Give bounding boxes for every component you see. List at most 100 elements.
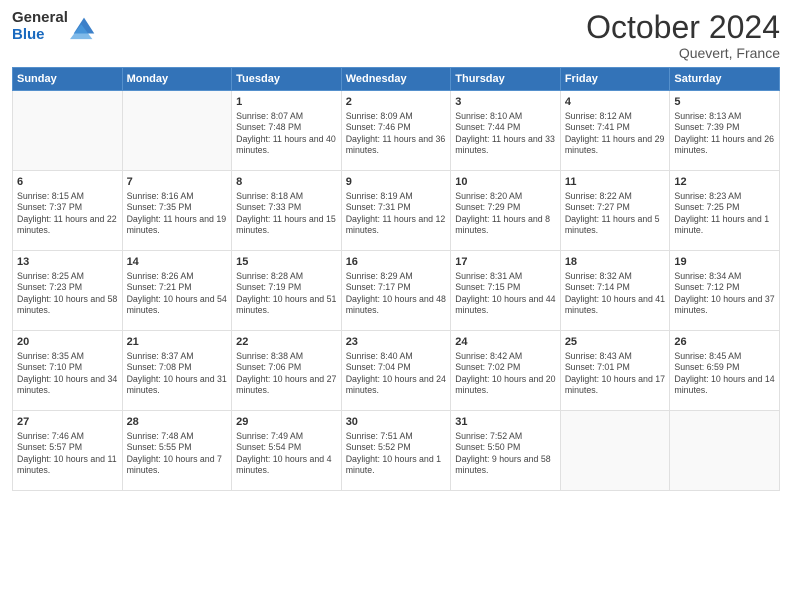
- calendar-cell: 6Sunrise: 8:15 AM Sunset: 7:37 PM Daylig…: [13, 171, 123, 251]
- day-number: 2: [346, 95, 447, 110]
- calendar-cell: 17Sunrise: 8:31 AM Sunset: 7:15 PM Dayli…: [451, 251, 561, 331]
- calendar-cell: 20Sunrise: 8:35 AM Sunset: 7:10 PM Dayli…: [13, 331, 123, 411]
- day-number: 8: [236, 175, 337, 190]
- day-number: 29: [236, 415, 337, 430]
- day-info: Sunrise: 7:46 AM Sunset: 5:57 PM Dayligh…: [17, 431, 118, 477]
- day-number: 9: [346, 175, 447, 190]
- title-area: October 2024 Quevert, France: [586, 10, 780, 61]
- logo-general: General: [12, 10, 68, 27]
- day-number: 20: [17, 335, 118, 350]
- day-info: Sunrise: 8:28 AM Sunset: 7:19 PM Dayligh…: [236, 271, 337, 317]
- day-info: Sunrise: 8:31 AM Sunset: 7:15 PM Dayligh…: [455, 271, 556, 317]
- calendar-week-row: 20Sunrise: 8:35 AM Sunset: 7:10 PM Dayli…: [13, 331, 780, 411]
- day-info: Sunrise: 8:10 AM Sunset: 7:44 PM Dayligh…: [455, 111, 556, 157]
- calendar-cell: 29Sunrise: 7:49 AM Sunset: 5:54 PM Dayli…: [232, 411, 342, 491]
- day-info: Sunrise: 7:51 AM Sunset: 5:52 PM Dayligh…: [346, 431, 447, 477]
- day-number: 19: [674, 255, 775, 270]
- logo-icon: [70, 13, 98, 41]
- day-info: Sunrise: 7:48 AM Sunset: 5:55 PM Dayligh…: [127, 431, 228, 477]
- day-number: 26: [674, 335, 775, 350]
- calendar-cell: 8Sunrise: 8:18 AM Sunset: 7:33 PM Daylig…: [232, 171, 342, 251]
- calendar-week-row: 6Sunrise: 8:15 AM Sunset: 7:37 PM Daylig…: [13, 171, 780, 251]
- weekday-friday: Friday: [560, 68, 670, 91]
- calendar-cell: [122, 91, 232, 171]
- calendar-week-row: 1Sunrise: 8:07 AM Sunset: 7:48 PM Daylig…: [13, 91, 780, 171]
- calendar-week-row: 13Sunrise: 8:25 AM Sunset: 7:23 PM Dayli…: [13, 251, 780, 331]
- day-number: 11: [565, 175, 666, 190]
- day-number: 27: [17, 415, 118, 430]
- calendar-cell: 3Sunrise: 8:10 AM Sunset: 7:44 PM Daylig…: [451, 91, 561, 171]
- day-number: 5: [674, 95, 775, 110]
- day-number: 23: [346, 335, 447, 350]
- day-info: Sunrise: 8:45 AM Sunset: 6:59 PM Dayligh…: [674, 351, 775, 397]
- day-info: Sunrise: 8:35 AM Sunset: 7:10 PM Dayligh…: [17, 351, 118, 397]
- calendar-week-row: 27Sunrise: 7:46 AM Sunset: 5:57 PM Dayli…: [13, 411, 780, 491]
- day-info: Sunrise: 8:25 AM Sunset: 7:23 PM Dayligh…: [17, 271, 118, 317]
- calendar-cell: 1Sunrise: 8:07 AM Sunset: 7:48 PM Daylig…: [232, 91, 342, 171]
- calendar-cell: [670, 411, 780, 491]
- calendar-cell: 11Sunrise: 8:22 AM Sunset: 7:27 PM Dayli…: [560, 171, 670, 251]
- day-number: 21: [127, 335, 228, 350]
- month-title: October 2024: [586, 10, 780, 45]
- logo-text: General Blue: [12, 10, 68, 43]
- weekday-wednesday: Wednesday: [341, 68, 451, 91]
- calendar-cell: 14Sunrise: 8:26 AM Sunset: 7:21 PM Dayli…: [122, 251, 232, 331]
- calendar-cell: 18Sunrise: 8:32 AM Sunset: 7:14 PM Dayli…: [560, 251, 670, 331]
- calendar-cell: 27Sunrise: 7:46 AM Sunset: 5:57 PM Dayli…: [13, 411, 123, 491]
- calendar-cell: 12Sunrise: 8:23 AM Sunset: 7:25 PM Dayli…: [670, 171, 780, 251]
- day-info: Sunrise: 8:26 AM Sunset: 7:21 PM Dayligh…: [127, 271, 228, 317]
- calendar-cell: [560, 411, 670, 491]
- day-number: 17: [455, 255, 556, 270]
- calendar-cell: 26Sunrise: 8:45 AM Sunset: 6:59 PM Dayli…: [670, 331, 780, 411]
- day-number: 16: [346, 255, 447, 270]
- day-info: Sunrise: 8:23 AM Sunset: 7:25 PM Dayligh…: [674, 191, 775, 237]
- day-info: Sunrise: 8:13 AM Sunset: 7:39 PM Dayligh…: [674, 111, 775, 157]
- day-info: Sunrise: 8:19 AM Sunset: 7:31 PM Dayligh…: [346, 191, 447, 237]
- day-number: 10: [455, 175, 556, 190]
- calendar-cell: 24Sunrise: 8:42 AM Sunset: 7:02 PM Dayli…: [451, 331, 561, 411]
- day-info: Sunrise: 8:38 AM Sunset: 7:06 PM Dayligh…: [236, 351, 337, 397]
- day-number: 3: [455, 95, 556, 110]
- day-info: Sunrise: 7:49 AM Sunset: 5:54 PM Dayligh…: [236, 431, 337, 477]
- day-number: 7: [127, 175, 228, 190]
- calendar: SundayMondayTuesdayWednesdayThursdayFrid…: [12, 67, 780, 491]
- calendar-cell: 19Sunrise: 8:34 AM Sunset: 7:12 PM Dayli…: [670, 251, 780, 331]
- day-info: Sunrise: 8:18 AM Sunset: 7:33 PM Dayligh…: [236, 191, 337, 237]
- logo: General Blue: [12, 10, 98, 43]
- weekday-monday: Monday: [122, 68, 232, 91]
- calendar-cell: 5Sunrise: 8:13 AM Sunset: 7:39 PM Daylig…: [670, 91, 780, 171]
- weekday-tuesday: Tuesday: [232, 68, 342, 91]
- calendar-cell: 16Sunrise: 8:29 AM Sunset: 7:17 PM Dayli…: [341, 251, 451, 331]
- calendar-cell: 2Sunrise: 8:09 AM Sunset: 7:46 PM Daylig…: [341, 91, 451, 171]
- day-info: Sunrise: 7:52 AM Sunset: 5:50 PM Dayligh…: [455, 431, 556, 477]
- day-number: 1: [236, 95, 337, 110]
- day-info: Sunrise: 8:42 AM Sunset: 7:02 PM Dayligh…: [455, 351, 556, 397]
- day-number: 24: [455, 335, 556, 350]
- day-info: Sunrise: 8:22 AM Sunset: 7:27 PM Dayligh…: [565, 191, 666, 237]
- header: General Blue October 2024 Quevert, Franc…: [12, 10, 780, 61]
- day-number: 25: [565, 335, 666, 350]
- weekday-header-row: SundayMondayTuesdayWednesdayThursdayFrid…: [13, 68, 780, 91]
- calendar-cell: 21Sunrise: 8:37 AM Sunset: 7:08 PM Dayli…: [122, 331, 232, 411]
- calendar-cell: 15Sunrise: 8:28 AM Sunset: 7:19 PM Dayli…: [232, 251, 342, 331]
- day-info: Sunrise: 8:12 AM Sunset: 7:41 PM Dayligh…: [565, 111, 666, 157]
- calendar-cell: 13Sunrise: 8:25 AM Sunset: 7:23 PM Dayli…: [13, 251, 123, 331]
- calendar-cell: [13, 91, 123, 171]
- day-number: 18: [565, 255, 666, 270]
- day-info: Sunrise: 8:07 AM Sunset: 7:48 PM Dayligh…: [236, 111, 337, 157]
- day-number: 28: [127, 415, 228, 430]
- day-info: Sunrise: 8:32 AM Sunset: 7:14 PM Dayligh…: [565, 271, 666, 317]
- calendar-header: SundayMondayTuesdayWednesdayThursdayFrid…: [13, 68, 780, 91]
- calendar-cell: 23Sunrise: 8:40 AM Sunset: 7:04 PM Dayli…: [341, 331, 451, 411]
- calendar-cell: 4Sunrise: 8:12 AM Sunset: 7:41 PM Daylig…: [560, 91, 670, 171]
- day-number: 14: [127, 255, 228, 270]
- day-info: Sunrise: 8:43 AM Sunset: 7:01 PM Dayligh…: [565, 351, 666, 397]
- calendar-cell: 31Sunrise: 7:52 AM Sunset: 5:50 PM Dayli…: [451, 411, 561, 491]
- day-info: Sunrise: 8:16 AM Sunset: 7:35 PM Dayligh…: [127, 191, 228, 237]
- calendar-cell: 10Sunrise: 8:20 AM Sunset: 7:29 PM Dayli…: [451, 171, 561, 251]
- calendar-cell: 7Sunrise: 8:16 AM Sunset: 7:35 PM Daylig…: [122, 171, 232, 251]
- day-info: Sunrise: 8:20 AM Sunset: 7:29 PM Dayligh…: [455, 191, 556, 237]
- day-number: 15: [236, 255, 337, 270]
- day-number: 30: [346, 415, 447, 430]
- day-number: 22: [236, 335, 337, 350]
